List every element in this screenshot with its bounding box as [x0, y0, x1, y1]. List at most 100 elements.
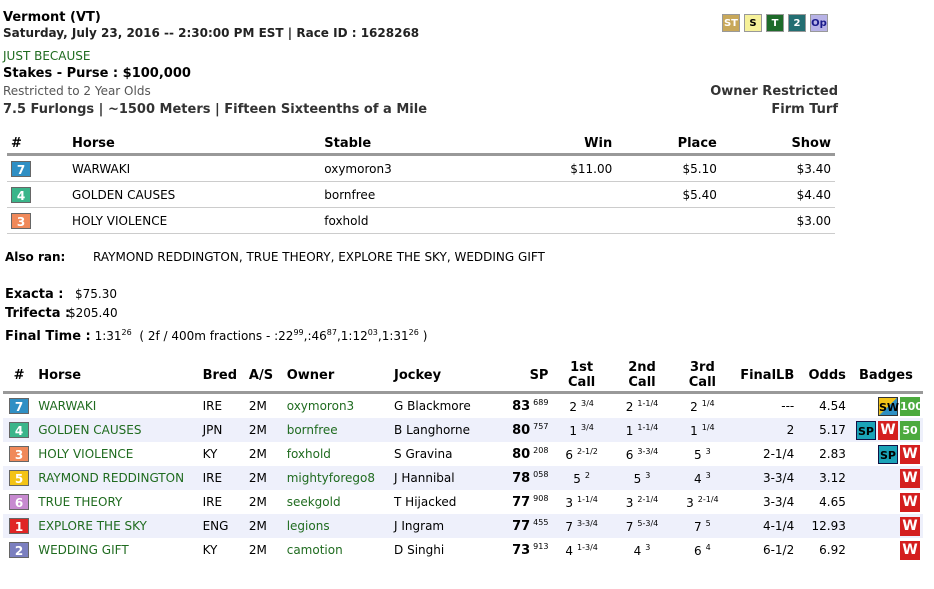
bred: IRE	[202, 495, 223, 509]
second-call: 6 3-3/4	[612, 442, 672, 466]
first-call-position: 3	[565, 495, 574, 510]
speed-figure: 77 908	[489, 490, 551, 514]
fraction-4-hundredths: 26	[408, 328, 419, 337]
first-call-lengths: 3-3/4	[577, 518, 598, 528]
surface: Firm Turf	[771, 102, 838, 117]
horse-link[interactable]: RAYMOND REDDINGTON	[35, 466, 200, 490]
owner-link[interactable]: mightyforego8	[283, 466, 392, 490]
win-payout	[544, 181, 617, 208]
first-call-lengths: 3/4	[581, 398, 594, 408]
owner-link[interactable]: legions	[283, 514, 392, 538]
first-call-position: 4	[565, 543, 574, 558]
horse-link[interactable]: WARWAKI	[35, 393, 199, 419]
speed-badge: SP	[856, 420, 876, 440]
horse-link[interactable]: TRUE THEORY	[35, 490, 199, 514]
field-row: 3 HOLY VIOLENCE KY 2M foxhold S Gravina 80 208 6…	[3, 442, 923, 466]
third-call-position: 7	[694, 519, 702, 534]
post-position-cell: 1	[3, 514, 36, 538]
third-call: 2 1/4	[672, 393, 732, 419]
age-restriction: Restricted to 2 Year Olds	[3, 84, 151, 98]
third-call: 53	[672, 442, 732, 466]
speed-figure-value: 83	[512, 399, 531, 414]
horse-link[interactable]: EXPLORE THE SKY	[35, 514, 200, 538]
second-call-lengths: 2-1/4	[637, 494, 659, 504]
third-call: 3 2-1/4	[672, 490, 732, 514]
place-payout: $5.40	[616, 181, 721, 208]
badges-cell: W	[849, 490, 923, 514]
place-payout: $5.10	[616, 154, 721, 182]
post-position-badge: 3	[9, 446, 30, 462]
show-payout: $3.40	[720, 154, 835, 182]
bred: KY	[202, 447, 218, 461]
speed-figure-decimal: 913	[533, 542, 549, 551]
post-position-badge: 7	[9, 398, 30, 414]
owner-link[interactable]: foxhold	[284, 442, 391, 466]
owner-link[interactable]: oxymoron3	[284, 393, 391, 419]
first-call-lengths: 2-1/2	[577, 446, 598, 456]
speed-badge: SP	[878, 444, 898, 464]
post-position-cell: 3	[3, 442, 35, 466]
third-call-lengths: 4	[705, 542, 711, 552]
also-ran-list: RAYMOND REDDINGTON, TRUE THEORY, EXPLORE…	[93, 250, 545, 264]
fractions-close: )	[422, 329, 428, 343]
post-position-badge: 3	[11, 212, 31, 229]
results-row: 7 WARWAKI oxymoron3 $11.00 $5.10 $3.40	[7, 154, 835, 182]
race-type-legend: ST S T 2 Op	[722, 14, 828, 32]
badges-cell: W	[848, 514, 923, 538]
post-position-cell: 7	[7, 154, 69, 182]
first-call: 2 3/4	[551, 393, 611, 419]
badges-cell: W	[848, 466, 923, 490]
race-distance: 7.5 Furlongs | ~1500 Meters | Fifteen Si…	[3, 102, 428, 117]
owner-link[interactable]: seekgold	[284, 490, 391, 514]
second-call-lengths: 3	[645, 470, 651, 480]
third-call-lengths: 5	[705, 518, 711, 528]
odds: 6.92	[819, 543, 846, 557]
age-sex: 2M	[248, 399, 267, 413]
second-call: 3 2-1/4	[612, 490, 672, 514]
trifecta-value: $205.40	[68, 306, 118, 320]
legend-s-box: S	[744, 14, 762, 32]
place-payout	[616, 207, 721, 234]
field-header-row: # Horse Bred A/S Owner Jockey SP 1st Call 2nd Ca…	[3, 359, 923, 394]
horse-name: WARWAKI	[68, 154, 321, 182]
second-call-lengths: 3	[645, 542, 651, 552]
horse-link[interactable]: WEDDING GIFT	[35, 538, 199, 562]
first-call-position: 5	[573, 471, 581, 486]
third-call: 1 1/4	[672, 418, 733, 442]
post-position-badge: 6	[9, 494, 30, 510]
speed-figure-value: 80	[512, 423, 531, 438]
field-col-jockey: Jockey	[391, 359, 490, 394]
third-call-position: 6	[694, 543, 702, 558]
post-position-cell: 4	[7, 181, 69, 208]
jockey: T Hijacked	[394, 495, 457, 509]
horse-name: GOLDEN CAUSES	[68, 181, 321, 208]
fraction-2: ,:46	[303, 329, 327, 343]
win-payout	[544, 207, 617, 234]
horse-link[interactable]: HOLY VIOLENCE	[35, 442, 199, 466]
owner-link[interactable]: bornfree	[283, 418, 392, 442]
bred: IRE	[202, 399, 223, 413]
speed-figure-value: 77	[512, 519, 531, 534]
owner-link[interactable]: camotion	[284, 538, 391, 562]
stakes-purse: Stakes - Purse : $100,000	[3, 66, 191, 81]
post-position-cell: 7	[3, 393, 35, 419]
post-position-badge: 1	[9, 518, 30, 534]
field-col-bred: Bred	[199, 359, 246, 394]
third-call-lengths: 3	[705, 446, 711, 456]
results-col-num: #	[7, 134, 69, 156]
speed-figure: 83 689	[489, 393, 551, 419]
third-call: 64	[672, 538, 732, 562]
post-position-cell: 6	[3, 490, 35, 514]
horse-link[interactable]: GOLDEN CAUSES	[35, 418, 200, 442]
results-col-show: Show	[720, 134, 835, 156]
win-badge: W	[900, 540, 920, 560]
exacta-value: $75.30	[75, 287, 117, 301]
third-call: 75	[672, 514, 733, 538]
speed-figure: 80 757	[489, 418, 552, 442]
final-lengths-behind: 4-1/4	[732, 514, 798, 538]
third-call-lengths: 2-1/4	[697, 494, 719, 504]
first-call: 52	[551, 466, 612, 490]
field-col-odds: Odds	[797, 359, 849, 394]
second-call-position: 3	[625, 495, 634, 510]
third-call-lengths: 3	[705, 470, 711, 480]
